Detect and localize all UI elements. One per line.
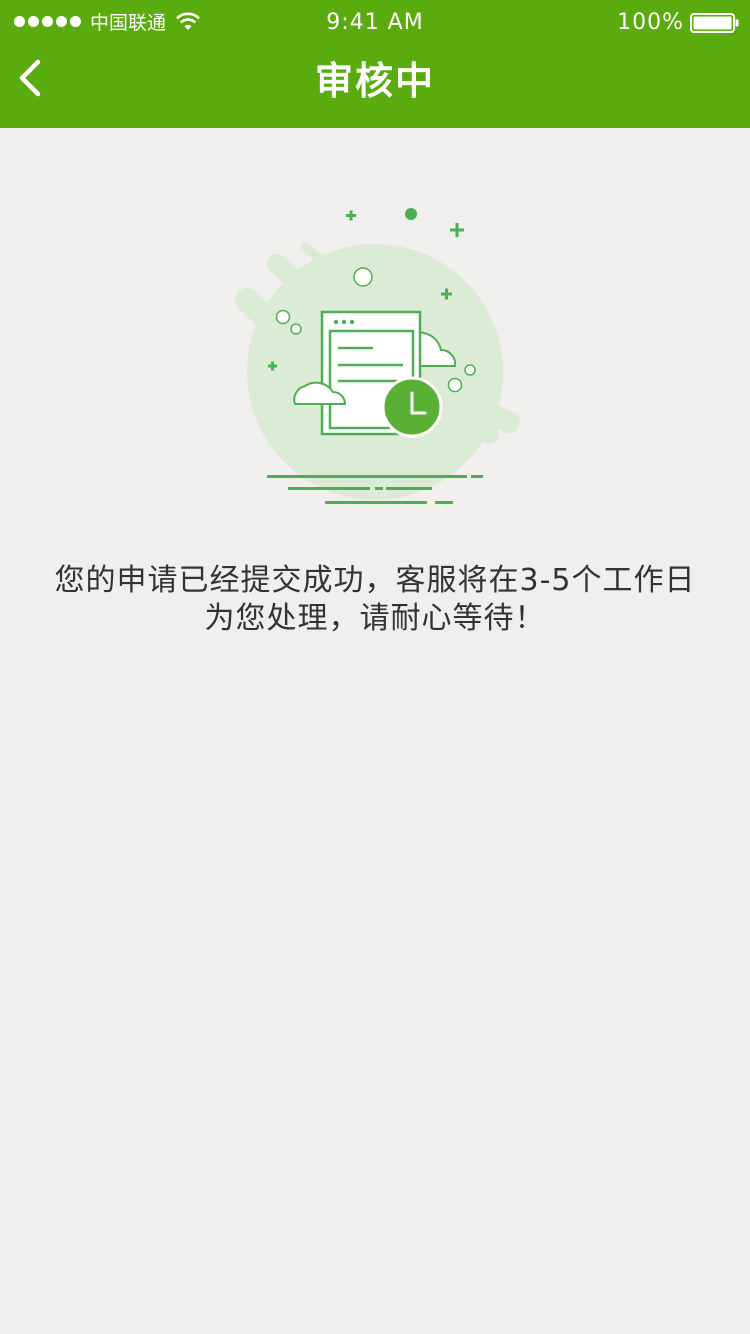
battery-icon <box>690 13 739 33</box>
status-bar: 中国联通 9:41 AM 100% <box>0 0 750 44</box>
status-message: 您的申请已经提交成功，客服将在3-5个工作日 为您处理，请耐心等待！ <box>40 562 710 638</box>
header-bar: 中国联通 9:41 AM 100% 审核中 <box>0 0 750 128</box>
battery-percentage: 100% <box>617 10 684 35</box>
status-message-line-2: 为您处理，请耐心等待！ <box>204 601 546 636</box>
status-message-line-1: 您的申请已经提交成功，客服将在3-5个工作日 <box>54 563 696 598</box>
page-title: 审核中 <box>314 59 435 103</box>
document-pending-review-icon <box>235 208 520 504</box>
